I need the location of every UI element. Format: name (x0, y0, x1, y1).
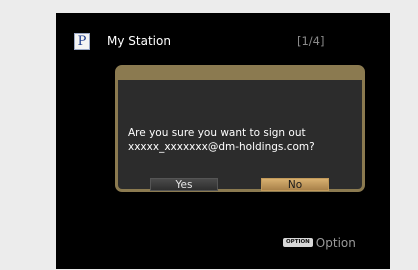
page-title: My Station (107, 34, 171, 48)
header: P My Station [1/4] (74, 33, 374, 53)
no-button[interactable]: No (261, 178, 329, 191)
page-frame: P My Station [1/4] Are you sure you want… (0, 0, 418, 270)
pandora-logo-icon: P (74, 33, 90, 50)
page-indicator: [1/4] (297, 34, 325, 48)
yes-button[interactable]: Yes (150, 178, 218, 191)
tv-screen: P My Station [1/4] Are you sure you want… (56, 13, 390, 269)
dialog-message: Are you sure you want to sign out xxxxx_… (128, 126, 358, 154)
option-hint[interactable]: OPTION Option (283, 232, 356, 250)
sign-out-dialog: Are you sure you want to sign out xxxxx_… (115, 65, 365, 192)
option-key-icon: OPTION (283, 238, 313, 247)
dialog-message-line1: Are you sure you want to sign out (128, 127, 306, 139)
dialog-message-line2: xxxxx_xxxxxxx@dm-holdings.com? (128, 141, 315, 153)
option-label: Option (315, 235, 356, 250)
